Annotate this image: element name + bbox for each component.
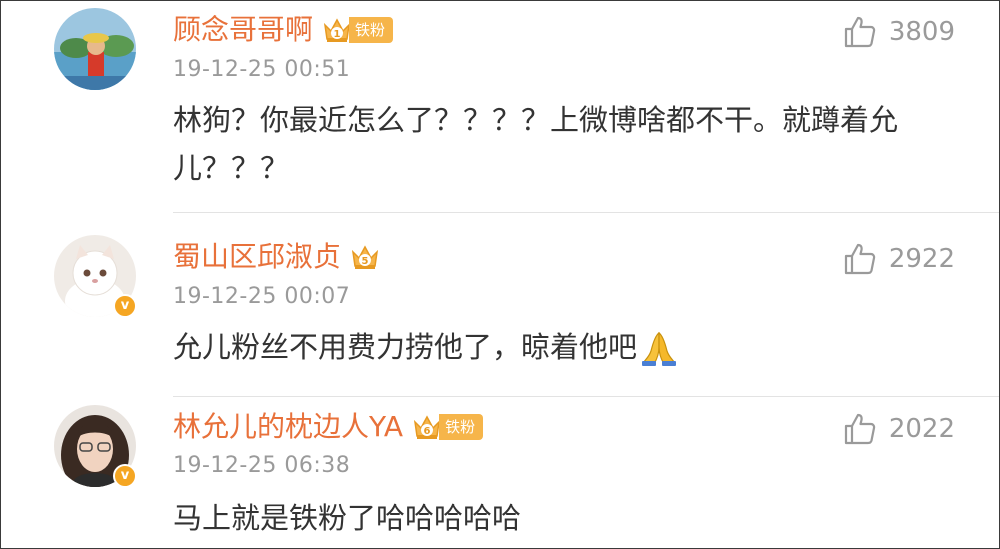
username[interactable]: 蜀山区邱淑贞	[173, 237, 341, 277]
comment-header: 蜀山区邱淑贞 5	[173, 237, 381, 277]
like-button[interactable]: 2022	[843, 409, 955, 449]
timestamp: 19-12-25 00:51	[173, 57, 351, 82]
like-button[interactable]: 3809	[843, 12, 955, 52]
thumbs-up-icon	[844, 413, 876, 445]
fan-badge[interactable]: 6 铁粉	[411, 411, 484, 443]
comment-text: 马上就是铁粉了哈哈哈哈哈	[173, 501, 522, 535]
fan-badge[interactable]: 5	[349, 241, 381, 273]
badge-level: 5	[362, 256, 369, 267]
comment-header: 林允儿的枕边人YA 6 铁粉	[173, 407, 484, 447]
thumbs-up-icon	[844, 243, 876, 275]
comment-header: 顾念哥哥啊 1 铁粉	[173, 10, 394, 50]
pray-emoji	[642, 331, 677, 366]
badge-level: 6	[424, 426, 431, 437]
comment-list: 顾念哥哥啊 1 铁粉 19-12-25 00:51 林狗？你最近怎么了？？？？上…	[0, 0, 1000, 549]
username[interactable]: 顾念哥哥啊	[173, 10, 313, 50]
like-count: 2022	[888, 414, 955, 444]
comment-text: 允儿粉丝不用费力捞他了，晾着他吧	[173, 323, 963, 371]
like-count: 2922	[888, 244, 955, 274]
like-button[interactable]: 2922	[843, 239, 955, 279]
thumbs-up-icon	[844, 16, 876, 48]
fan-label: 铁粉	[349, 17, 394, 43]
verified-badge: v	[113, 464, 137, 488]
comment-item: v 林允儿的枕边人YA 6 铁粉 19-12-25 06:38 马上就是铁粉了哈…	[1, 397, 999, 548]
fan-badge[interactable]: 1 铁粉	[321, 14, 394, 46]
crown-icon: 5	[351, 245, 379, 269]
like-count: 3809	[888, 17, 955, 47]
avatar[interactable]	[54, 8, 136, 90]
fan-label: 铁粉	[439, 414, 484, 440]
comment-item: 顾念哥哥啊 1 铁粉 19-12-25 00:51 林狗？你最近怎么了？？？？上…	[1, 1, 999, 213]
verified-badge: v	[113, 294, 137, 318]
timestamp: 19-12-25 00:07	[173, 284, 351, 309]
badge-level: 1	[334, 29, 341, 40]
comment-item: v 蜀山区邱淑贞 5 19-12-25 00:07 允儿粉丝不用费力捞他了，晾着…	[1, 213, 999, 397]
comment-text: 林狗？你最近怎么了？？？？上微博啥都不干。就蹲着允儿？？？	[173, 103, 899, 185]
timestamp: 19-12-25 06:38	[173, 453, 351, 478]
username[interactable]: 林允儿的枕边人YA	[173, 407, 403, 447]
comment-text-body: 允儿粉丝不用费力捞他了，晾着他吧	[173, 330, 638, 364]
